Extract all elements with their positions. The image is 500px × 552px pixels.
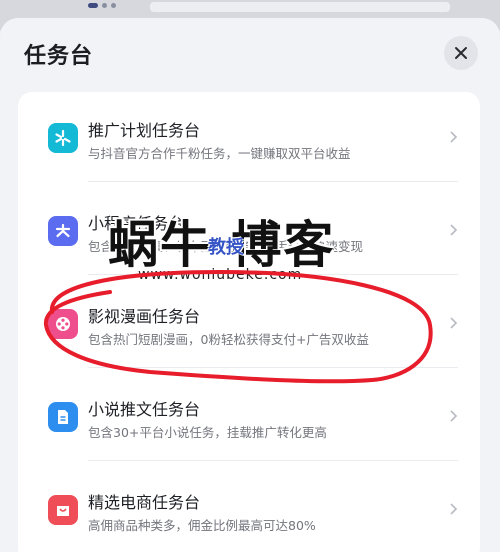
task-item-title: 精选电商任务台: [88, 493, 201, 512]
task-item-desc: 高佣商品种类多，佣金比例最高可达80%: [88, 518, 316, 533]
task-item-title: 小程序任务台: [88, 214, 185, 233]
task-item-film-comic[interactable]: 影视漫画任务台 包含热门短剧漫画，0粉轻松获得支付+广告双收益: [18, 278, 480, 368]
chevron-right-icon: [450, 410, 458, 422]
chevron-right-icon: [450, 317, 458, 329]
task-item-mini-program[interactable]: 小程序任务台 包含热门工具、发布图片任务，新手也能快速变现: [18, 185, 480, 275]
task-item-desc: 与抖音官方合作千粉任务，一键赚取双平台收益: [88, 146, 351, 161]
sparkle-icon: [48, 123, 78, 153]
background-bar: [150, 2, 450, 12]
task-item-promotion[interactable]: 推广计划任务台 与抖音官方合作千粉任务，一键赚取双平台收益: [18, 92, 480, 182]
chevron-right-icon: [450, 131, 458, 143]
document-icon: [48, 402, 78, 432]
close-button[interactable]: [444, 36, 478, 70]
chevron-right-icon: [450, 503, 458, 515]
asterisk-icon: [48, 216, 78, 246]
task-sheet: 任务台 推广计划任务台 与抖音官方合作千粉任务，一键赚取双平台收益 小程序任务台…: [0, 18, 500, 552]
task-item-desc: 包含热门工具、发布图片任务，新手也能快速变现: [88, 239, 364, 254]
task-item-ecommerce[interactable]: 精选电商任务台 高佣商品种类多，佣金比例最高可达80%: [18, 464, 480, 552]
task-item-novel[interactable]: 小说推文任务台 包含30+平台小说任务，挂载推广转化更高: [18, 371, 480, 461]
task-item-title: 推广计划任务台: [88, 121, 201, 140]
page-indicator: [88, 3, 116, 8]
task-list: 推广计划任务台 与抖音官方合作千粉任务，一键赚取双平台收益 小程序任务台 包含热…: [18, 92, 480, 552]
shopping-bag-icon: [48, 495, 78, 525]
task-item-desc: 包含30+平台小说任务，挂载推广转化更高: [88, 425, 327, 440]
task-item-title: 影视漫画任务台: [88, 307, 201, 326]
sheet-title: 任务台: [24, 44, 94, 69]
chevron-right-icon: [450, 224, 458, 236]
close-icon: [455, 47, 467, 59]
task-item-title: 小说推文任务台: [88, 400, 201, 419]
task-item-desc: 包含热门短剧漫画，0粉轻松获得支付+广告双收益: [88, 332, 369, 347]
film-reel-icon: [48, 309, 78, 339]
